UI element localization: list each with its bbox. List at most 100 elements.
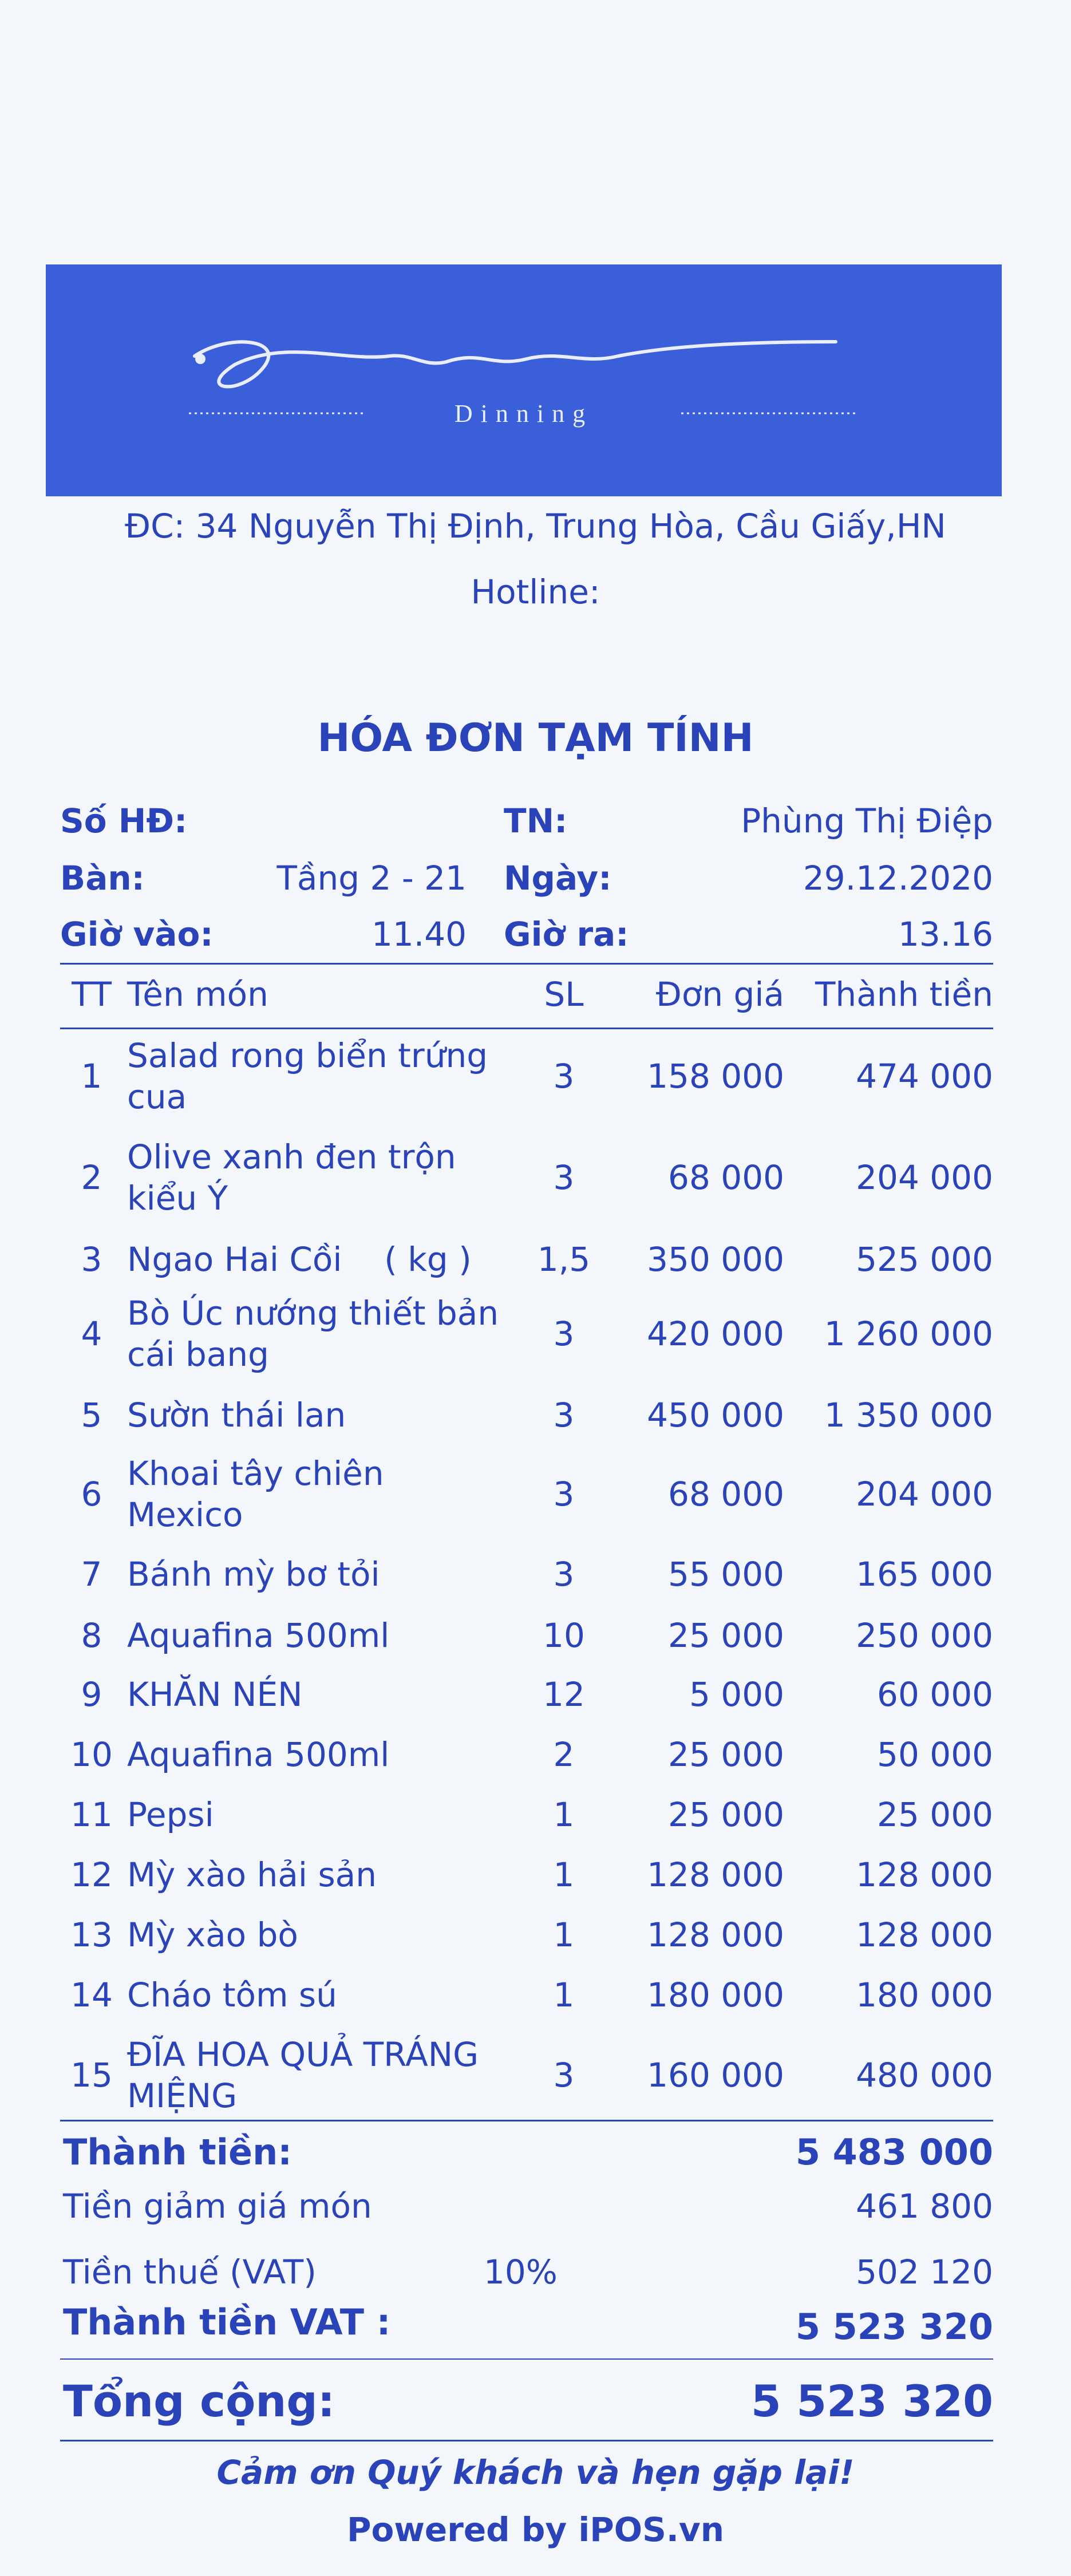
time-out-label: Giờ ra: xyxy=(504,915,629,954)
item-unit-price: 160 000 xyxy=(647,2056,784,2095)
item-index: 13 xyxy=(70,1915,113,1954)
divider xyxy=(60,2358,993,2360)
item-index: 10 xyxy=(70,1735,113,1774)
table-label: Bàn: xyxy=(60,859,145,898)
item-index: 2 xyxy=(81,1158,102,1197)
subtotal-label: Thành tiền: xyxy=(63,2131,293,2173)
time-out-value: 13.16 xyxy=(898,915,993,954)
item-name: Aquafina 500ml xyxy=(127,1735,390,1774)
divider xyxy=(60,2120,993,2121)
table-row: 1 Salad rong biển trứng cua 3 158 000 47… xyxy=(0,1036,1071,1116)
restaurant-logo: Dinning xyxy=(46,264,1002,496)
table-value: Tầng 2 - 21 xyxy=(276,859,467,898)
item-quantity: 1 xyxy=(553,1976,575,2014)
invoice-title: HÓA ĐƠN TẠM TÍNH xyxy=(317,716,754,761)
hotline-line: Hotline: xyxy=(471,572,600,611)
column-header-quantity: SL xyxy=(544,975,584,1014)
item-amount: 60 000 xyxy=(877,1675,993,1714)
time-in-value: 11.40 xyxy=(371,915,467,954)
item-quantity: 1,5 xyxy=(537,1240,591,1279)
table-row: 7 Bánh mỳ bơ tỏi 3 55 000 165 000 xyxy=(0,1540,1071,1609)
item-unit-price: 450 000 xyxy=(647,1396,784,1435)
date-label: Ngày: xyxy=(504,859,612,898)
item-index: 14 xyxy=(70,1976,113,2014)
table-row: 3 Ngao Hai Cồi ( kg ) 1,5 350 000 525 00… xyxy=(0,1225,1071,1294)
item-unit-price: 25 000 xyxy=(668,1616,784,1655)
date-value: 29.12.2020 xyxy=(803,859,993,898)
item-amount: 474 000 xyxy=(856,1057,993,1096)
item-index: 11 xyxy=(70,1795,113,1834)
item-index: 15 xyxy=(70,2056,113,2095)
item-amount: 525 000 xyxy=(856,1240,993,1279)
invoice-number-label: Số HĐ: xyxy=(60,801,188,840)
item-index: 3 xyxy=(81,1240,102,1279)
item-quantity: 10 xyxy=(543,1616,585,1655)
vat-rate: 10% xyxy=(484,2253,558,2291)
item-name: Bò Úc nướng thiết bản cái bang xyxy=(127,1294,499,1374)
item-name: Ngao Hai Cồi ( kg ) xyxy=(127,1240,472,1279)
item-name: Bánh mỳ bơ tỏi xyxy=(127,1555,380,1594)
table-row: 5 Sườn thái lan 3 450 000 1 350 000 xyxy=(0,1381,1071,1449)
item-name: Sườn thái lan xyxy=(127,1396,346,1435)
column-header-unit-price: Đơn giá xyxy=(655,975,784,1014)
column-header-amount: Thành tiền xyxy=(815,975,993,1014)
item-unit-price: 68 000 xyxy=(668,1158,784,1197)
table-row: 2 Olive xanh đen trộn kiểu Ý 3 68 000 20… xyxy=(0,1137,1071,1218)
item-unit-price: 420 000 xyxy=(647,1314,784,1353)
item-quantity: 1 xyxy=(553,1915,575,1954)
table-row: 14 Cháo tôm sú 1 180 000 180 000 xyxy=(0,1961,1071,2029)
item-unit-price: 25 000 xyxy=(668,1735,784,1774)
item-amount: 1 350 000 xyxy=(824,1396,993,1435)
item-name: Mỳ xào bò xyxy=(127,1915,298,1954)
table-row: 8 Aquafina 500ml 10 25 000 250 000 xyxy=(0,1601,1071,1670)
item-index: 7 xyxy=(81,1555,102,1594)
item-name: Pepsi xyxy=(127,1795,214,1834)
item-index: 4 xyxy=(81,1314,102,1353)
item-name: Khoai tây chiên Mexico xyxy=(127,1454,384,1534)
item-unit-price: 180 000 xyxy=(647,1976,784,2014)
item-unit-price: 55 000 xyxy=(668,1555,784,1594)
item-quantity: 1 xyxy=(553,1795,575,1834)
item-amount: 204 000 xyxy=(856,1158,993,1197)
table-row: 13 Mỳ xào bò 1 128 000 128 000 xyxy=(0,1901,1071,1969)
item-index: 8 xyxy=(81,1616,102,1655)
table-row: 6 Khoai tây chiên Mexico 3 68 000 204 00… xyxy=(0,1454,1071,1534)
item-unit-price: 5 000 xyxy=(689,1675,784,1714)
item-amount: 25 000 xyxy=(877,1795,993,1834)
item-name: Cháo tôm sú xyxy=(127,1976,337,2014)
item-amount: 128 000 xyxy=(856,1855,993,1894)
item-index: 9 xyxy=(81,1675,102,1714)
item-index: 5 xyxy=(81,1396,102,1435)
item-amount: 204 000 xyxy=(856,1475,993,1514)
cashier-label: TN: xyxy=(504,801,568,840)
table-row: 9 KHĂN NÉN 12 5 000 60 000 xyxy=(0,1660,1071,1729)
table-row: 4 Bò Úc nướng thiết bản cái bang 3 420 0… xyxy=(0,1294,1071,1374)
item-amount: 1 260 000 xyxy=(824,1314,993,1353)
item-index: 12 xyxy=(70,1855,113,1894)
powered-by: Powered by iPOS.vn xyxy=(346,2510,725,2549)
item-quantity: 2 xyxy=(553,1735,575,1774)
item-quantity: 3 xyxy=(553,1057,575,1096)
table-row: 11 Pepsi 1 25 000 25 000 xyxy=(0,1780,1071,1849)
thank-you-message: Cảm ơn Quý khách và hẹn gặp lại! xyxy=(216,2453,855,2492)
item-quantity: 3 xyxy=(553,1158,575,1197)
item-quantity: 3 xyxy=(553,1396,575,1435)
item-quantity: 3 xyxy=(553,1314,575,1353)
item-unit-price: 25 000 xyxy=(668,1795,784,1834)
address-line: ĐC: 34 Nguyễn Thị Định, Trung Hòa, Cầu G… xyxy=(125,507,946,546)
item-amount: 128 000 xyxy=(856,1915,993,1954)
column-header-tt: TT xyxy=(72,975,112,1014)
item-name: Salad rong biển trứng cua xyxy=(127,1036,488,1116)
item-name: Mỳ xào hải sản xyxy=(127,1855,377,1894)
item-amount: 480 000 xyxy=(856,2056,993,2095)
item-unit-price: 350 000 xyxy=(647,1240,784,1279)
divider xyxy=(60,1028,993,1029)
grand-total-value: 5 523 320 xyxy=(750,2376,993,2427)
item-index: 6 xyxy=(81,1475,102,1514)
item-quantity: 12 xyxy=(543,1675,585,1714)
item-index: 1 xyxy=(81,1057,102,1096)
item-quantity: 3 xyxy=(553,1475,575,1514)
discount-label: Tiền giảm giá món xyxy=(63,2187,372,2226)
table-row: 15 ĐĨA HOA QUẢ TRÁNG MIỆNG 3 160 000 480… xyxy=(0,2035,1071,2115)
logo-sub-text: Dinning xyxy=(455,400,593,428)
